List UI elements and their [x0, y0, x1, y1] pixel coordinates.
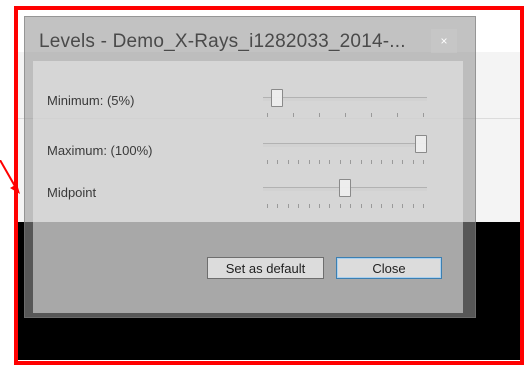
maximum-slider-thumb[interactable]: [415, 135, 427, 153]
minimum-label: Minimum: (5%): [47, 93, 135, 108]
slider-tick: [423, 160, 424, 164]
slider-tick: [288, 160, 289, 164]
slider-tick: [345, 113, 346, 117]
slider-tick: [298, 160, 299, 164]
slider-tick: [371, 160, 372, 164]
slider-tick: [277, 160, 278, 164]
slider-tick: [392, 160, 393, 164]
slider-tick: [413, 160, 414, 164]
slider-tick: [381, 204, 382, 208]
red-arrow-icon: [0, 160, 20, 194]
slider-tick: [402, 204, 403, 208]
slider-tick: [319, 113, 320, 117]
slider-tick: [371, 204, 372, 208]
minimum-slider-track[interactable]: [263, 97, 427, 101]
set-as-default-button[interactable]: Set as default: [207, 257, 324, 279]
slider-tick: [277, 204, 278, 208]
slider-tick: [267, 113, 268, 117]
midpoint-label: Midpoint: [47, 185, 97, 200]
levels-dialog: Levels - Demo_X-Rays_i1282033_2014-... ×…: [24, 16, 476, 318]
maximum-slider-track[interactable]: [263, 143, 427, 147]
slider-tick: [371, 113, 372, 117]
close-button[interactable]: Close: [336, 257, 442, 279]
slider-tick: [381, 160, 382, 164]
dialog-title: Levels - Demo_X-Rays_i1282033_2014-...: [39, 31, 406, 52]
slider-tick: [319, 160, 320, 164]
slider-tick: [298, 204, 299, 208]
slider-tick: [293, 113, 294, 117]
midpoint-slider-ticks: [263, 204, 427, 208]
slider-tick: [309, 160, 310, 164]
slider-tick: [288, 204, 289, 208]
slider-tick: [423, 204, 424, 208]
minimum-slider-ticks: [263, 113, 427, 117]
slider-tick: [340, 160, 341, 164]
close-glyph: ×: [440, 34, 448, 48]
close-icon[interactable]: ×: [431, 29, 457, 53]
midpoint-slider-thumb[interactable]: [339, 179, 351, 197]
slider-tick: [402, 160, 403, 164]
slider-tick: [350, 204, 351, 208]
slider-tick: [329, 160, 330, 164]
minimum-slider-thumb[interactable]: [271, 89, 283, 107]
slider-tick: [267, 204, 268, 208]
slider-tick: [413, 204, 414, 208]
slider-tick: [329, 204, 330, 208]
slider-tick: [340, 204, 341, 208]
slider-tick: [361, 160, 362, 164]
slider-tick: [423, 113, 424, 117]
slider-tick: [319, 204, 320, 208]
slider-tick: [267, 160, 268, 164]
slider-tick: [397, 113, 398, 117]
maximum-slider-ticks: [263, 160, 427, 164]
maximum-label: Maximum: (100%): [47, 143, 153, 158]
slider-tick: [392, 204, 393, 208]
slider-tick: [361, 204, 362, 208]
slider-tick: [309, 204, 310, 208]
slider-tick: [350, 160, 351, 164]
